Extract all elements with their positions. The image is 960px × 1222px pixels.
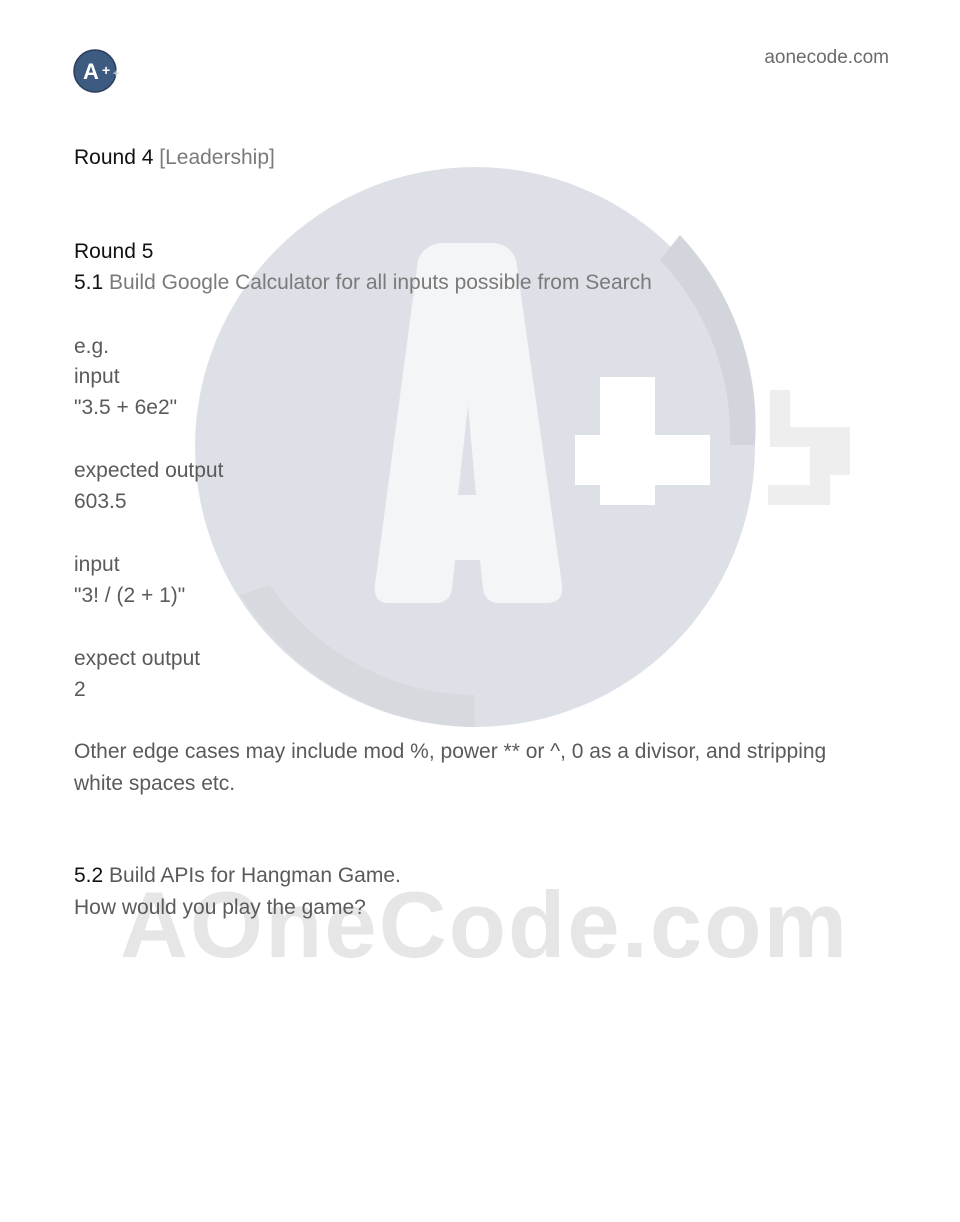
question-5-2: 5.2 Build APIs for Hangman Game. xyxy=(74,863,401,889)
question-5-1-number: 5.1 xyxy=(74,271,104,294)
question-5-2-number: 5.2 xyxy=(74,864,104,887)
input-label-2: input xyxy=(74,553,120,576)
question-5-1: 5.1 Build Google Calculator for all inpu… xyxy=(74,270,652,296)
svg-text:+: + xyxy=(113,68,119,80)
round4-label: Round 4 xyxy=(74,146,154,169)
aonecode-logo: A + + xyxy=(73,49,119,93)
svg-text:A: A xyxy=(83,59,99,84)
question-5-2-title: Build APIs for Hangman Game. xyxy=(109,864,401,887)
input-label-1: input xyxy=(74,365,120,388)
question-5-1-title: Build Google Calculator for all inputs p… xyxy=(109,271,652,294)
watermark-logo xyxy=(195,167,850,727)
watermark-text: AOneCode.com xyxy=(120,872,850,977)
output-label-1: expected output xyxy=(74,459,224,482)
round4-heading: Round 4 [Leadership] xyxy=(74,145,275,171)
question-5-2-subtext: How would you play the game? xyxy=(74,896,366,919)
output-value-1: 603.5 xyxy=(74,490,127,513)
input-value-1: "3.5 + 6e2" xyxy=(74,396,178,419)
output-label-2: expect output xyxy=(74,647,201,670)
edge-cases-text: Other edge cases may include mod %, powe… xyxy=(74,740,827,795)
input-value-2: "3! / (2 + 1)" xyxy=(74,584,186,607)
round5-heading: Round 5 xyxy=(74,240,154,263)
svg-text:+: + xyxy=(102,62,110,78)
example-label: e.g. xyxy=(74,335,110,358)
site-url[interactable]: aonecode.com xyxy=(764,47,889,69)
output-value-2: 2 xyxy=(74,678,86,701)
round4-category: [Leadership] xyxy=(159,146,275,169)
